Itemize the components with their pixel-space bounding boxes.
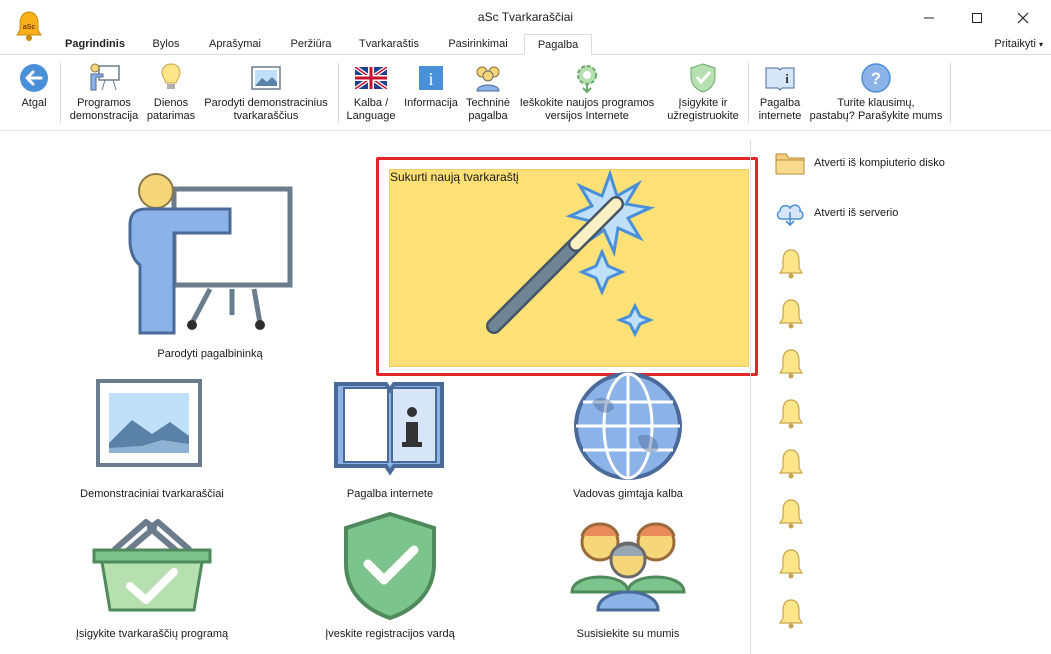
new-version-button[interactable]: Ieškokite naujos programos versijos Inte… — [514, 61, 660, 129]
magic-wand-icon — [486, 170, 656, 338]
program-demo-label: Programos demonstracija — [69, 97, 139, 122]
landscape-picture-icon — [251, 66, 281, 90]
program-demo-button[interactable]: Programos demonstracija — [64, 61, 144, 129]
demo-timetables-label: Demonstraciniai tvarkaraščiai — [80, 488, 224, 500]
tab-perziura[interactable]: Peržiūra — [280, 34, 342, 55]
tip-of-day-button[interactable]: Dienos patarimas — [146, 61, 196, 129]
ribbon-separator — [950, 63, 951, 123]
bell-icon[interactable] — [778, 598, 804, 630]
ribbon-separator — [748, 63, 749, 123]
shield-check-large-icon — [344, 511, 436, 621]
tab-aprasymai[interactable]: Aprašymai — [200, 34, 270, 55]
help-online-button[interactable]: i Pagalba internete — [752, 61, 808, 129]
questions-button[interactable]: ? Turite klausimų, pastabų? Parašykite m… — [808, 61, 944, 129]
open-from-server-label: Atverti iš serverio — [814, 207, 899, 219]
help-online-label: Pagalba internete — [346, 488, 434, 500]
people-group-icon — [570, 522, 686, 612]
tab-pagrindinis[interactable]: Pagrindinis — [58, 34, 132, 55]
panel-separator — [750, 140, 751, 654]
show-demo-timetables-label: Parodyti demonstracinius tvarkaraščius — [204, 97, 328, 122]
enter-registration-label: Įveskite registracijos vardą — [325, 628, 455, 640]
maximize-icon — [972, 13, 982, 23]
shield-check-icon — [690, 63, 716, 93]
open-from-disk-label: Atverti iš kompiuterio disko — [814, 157, 945, 169]
maximize-button[interactable] — [954, 4, 1000, 32]
buy-program-label: Įsigykite tvarkaraščių programą — [75, 628, 229, 640]
contact-us-tile[interactable]: Susisiekite su mumis — [538, 516, 718, 646]
arrow-left-icon — [20, 64, 48, 92]
tab-bylos[interactable]: Bylos — [142, 34, 190, 55]
bell-icon[interactable] — [778, 548, 804, 580]
bell-icon[interactable] — [778, 298, 804, 330]
svg-text:aSc: aSc — [23, 24, 36, 31]
tab-pagalba[interactable]: Pagalba — [524, 34, 592, 56]
svg-text:i: i — [428, 69, 433, 89]
menu-bar: Pagrindinis Bylos Aprašymai Peržiūra Tva… — [0, 34, 1051, 56]
title-bar: aSc aSc Tvarkaraščiai — [0, 0, 1051, 41]
svg-text:?: ? — [871, 69, 881, 88]
globe-icon — [574, 372, 682, 480]
information-button[interactable]: i Informacija — [400, 61, 462, 129]
back-button[interactable]: Atgal — [10, 61, 58, 129]
tab-pasirinkimai[interactable]: Pasirinkimai — [438, 34, 518, 55]
open-from-server-button[interactable]: Atverti iš serverio — [774, 198, 898, 228]
ribbon-separator — [60, 63, 61, 123]
tech-support-button[interactable]: Techninė pagalba — [462, 61, 514, 129]
window-title: aSc Tvarkaraščiai — [477, 10, 574, 24]
buy-program-tile[interactable]: Įsigykite tvarkaraščių programą — [62, 516, 242, 646]
help-online-tile[interactable]: Pagalba internete — [300, 378, 480, 508]
native-language-guide-tile[interactable]: Vadovas gimtąja kalba — [538, 372, 718, 508]
presenter-icon — [90, 63, 120, 91]
buy-register-button[interactable]: Įsigykite ir užregistruokite — [660, 61, 746, 129]
bell-icon[interactable] — [778, 348, 804, 380]
svg-text:i: i — [785, 71, 789, 86]
gear-download-icon — [577, 65, 597, 94]
show-assistant-tile[interactable]: Parodyti pagalbininką — [110, 165, 310, 365]
presenter-large-icon — [128, 173, 293, 335]
new-timetable-tile[interactable]: Sukurti naują tvarkaraštį — [389, 169, 749, 367]
customize-menu[interactable]: Pritaikyti ▾ — [994, 34, 1043, 55]
bell-icon[interactable] — [778, 248, 804, 280]
minimize-icon — [924, 17, 934, 19]
info-icon: i — [419, 66, 443, 90]
question-icon: ? — [861, 63, 891, 93]
back-label: Atgal — [21, 97, 47, 109]
ribbon-toolbar: Atgal Programos demonstracija Dienos pat… — [0, 55, 1051, 131]
bell-icon[interactable] — [778, 498, 804, 530]
buy-register-label: Įsigykite ir užregistruokite — [667, 97, 739, 122]
folder-icon — [775, 153, 805, 175]
native-language-guide-label: Vadovas gimtąja kalba — [573, 488, 683, 500]
new-version-label: Ieškokite naujos programos versijos Inte… — [519, 97, 655, 122]
book-large-icon — [334, 382, 444, 476]
book-info-icon: i — [765, 67, 795, 91]
support-people-icon — [476, 66, 500, 92]
chevron-down-icon: ▾ — [1038, 40, 1043, 49]
customize-label: Pritaikyti — [994, 38, 1036, 50]
information-label: Informacija — [404, 97, 458, 109]
bell-icon[interactable] — [778, 398, 804, 430]
demo-timetables-tile[interactable]: Demonstraciniai tvarkaraščiai — [62, 378, 242, 508]
close-icon — [1017, 12, 1029, 24]
tech-support-label: Techninė pagalba — [465, 97, 511, 122]
bell-icon[interactable] — [778, 448, 804, 480]
language-button[interactable]: Kalba / Language — [342, 61, 400, 129]
tab-tvarkarastis[interactable]: Tvarkaraštis — [352, 34, 426, 55]
open-from-disk-button[interactable]: Atverti iš kompiuterio disko — [774, 148, 945, 178]
close-button[interactable] — [1000, 4, 1046, 32]
help-online-label: Pagalba internete — [758, 97, 802, 122]
uk-flag-icon — [355, 67, 387, 89]
lightbulb-icon — [161, 63, 181, 89]
show-demo-timetables-button[interactable]: Parodyti demonstracinius tvarkaraščius — [198, 61, 334, 129]
tip-of-day-label: Dienos patarimas — [146, 97, 196, 122]
basket-icon — [92, 519, 212, 612]
questions-label: Turite klausimų, pastabų? Parašykite mum… — [809, 97, 943, 122]
show-assistant-label: Parodyti pagalbininką — [157, 348, 263, 360]
cloud-download-icon — [776, 204, 804, 227]
enter-registration-tile[interactable]: Įveskite registracijos vardą — [300, 511, 480, 646]
minimize-button[interactable] — [906, 4, 952, 32]
landscape-large-icon — [96, 379, 202, 467]
language-label: Kalba / Language — [346, 97, 396, 122]
ribbon-separator — [338, 63, 339, 123]
contact-us-label: Susisiekite su mumis — [576, 628, 680, 640]
